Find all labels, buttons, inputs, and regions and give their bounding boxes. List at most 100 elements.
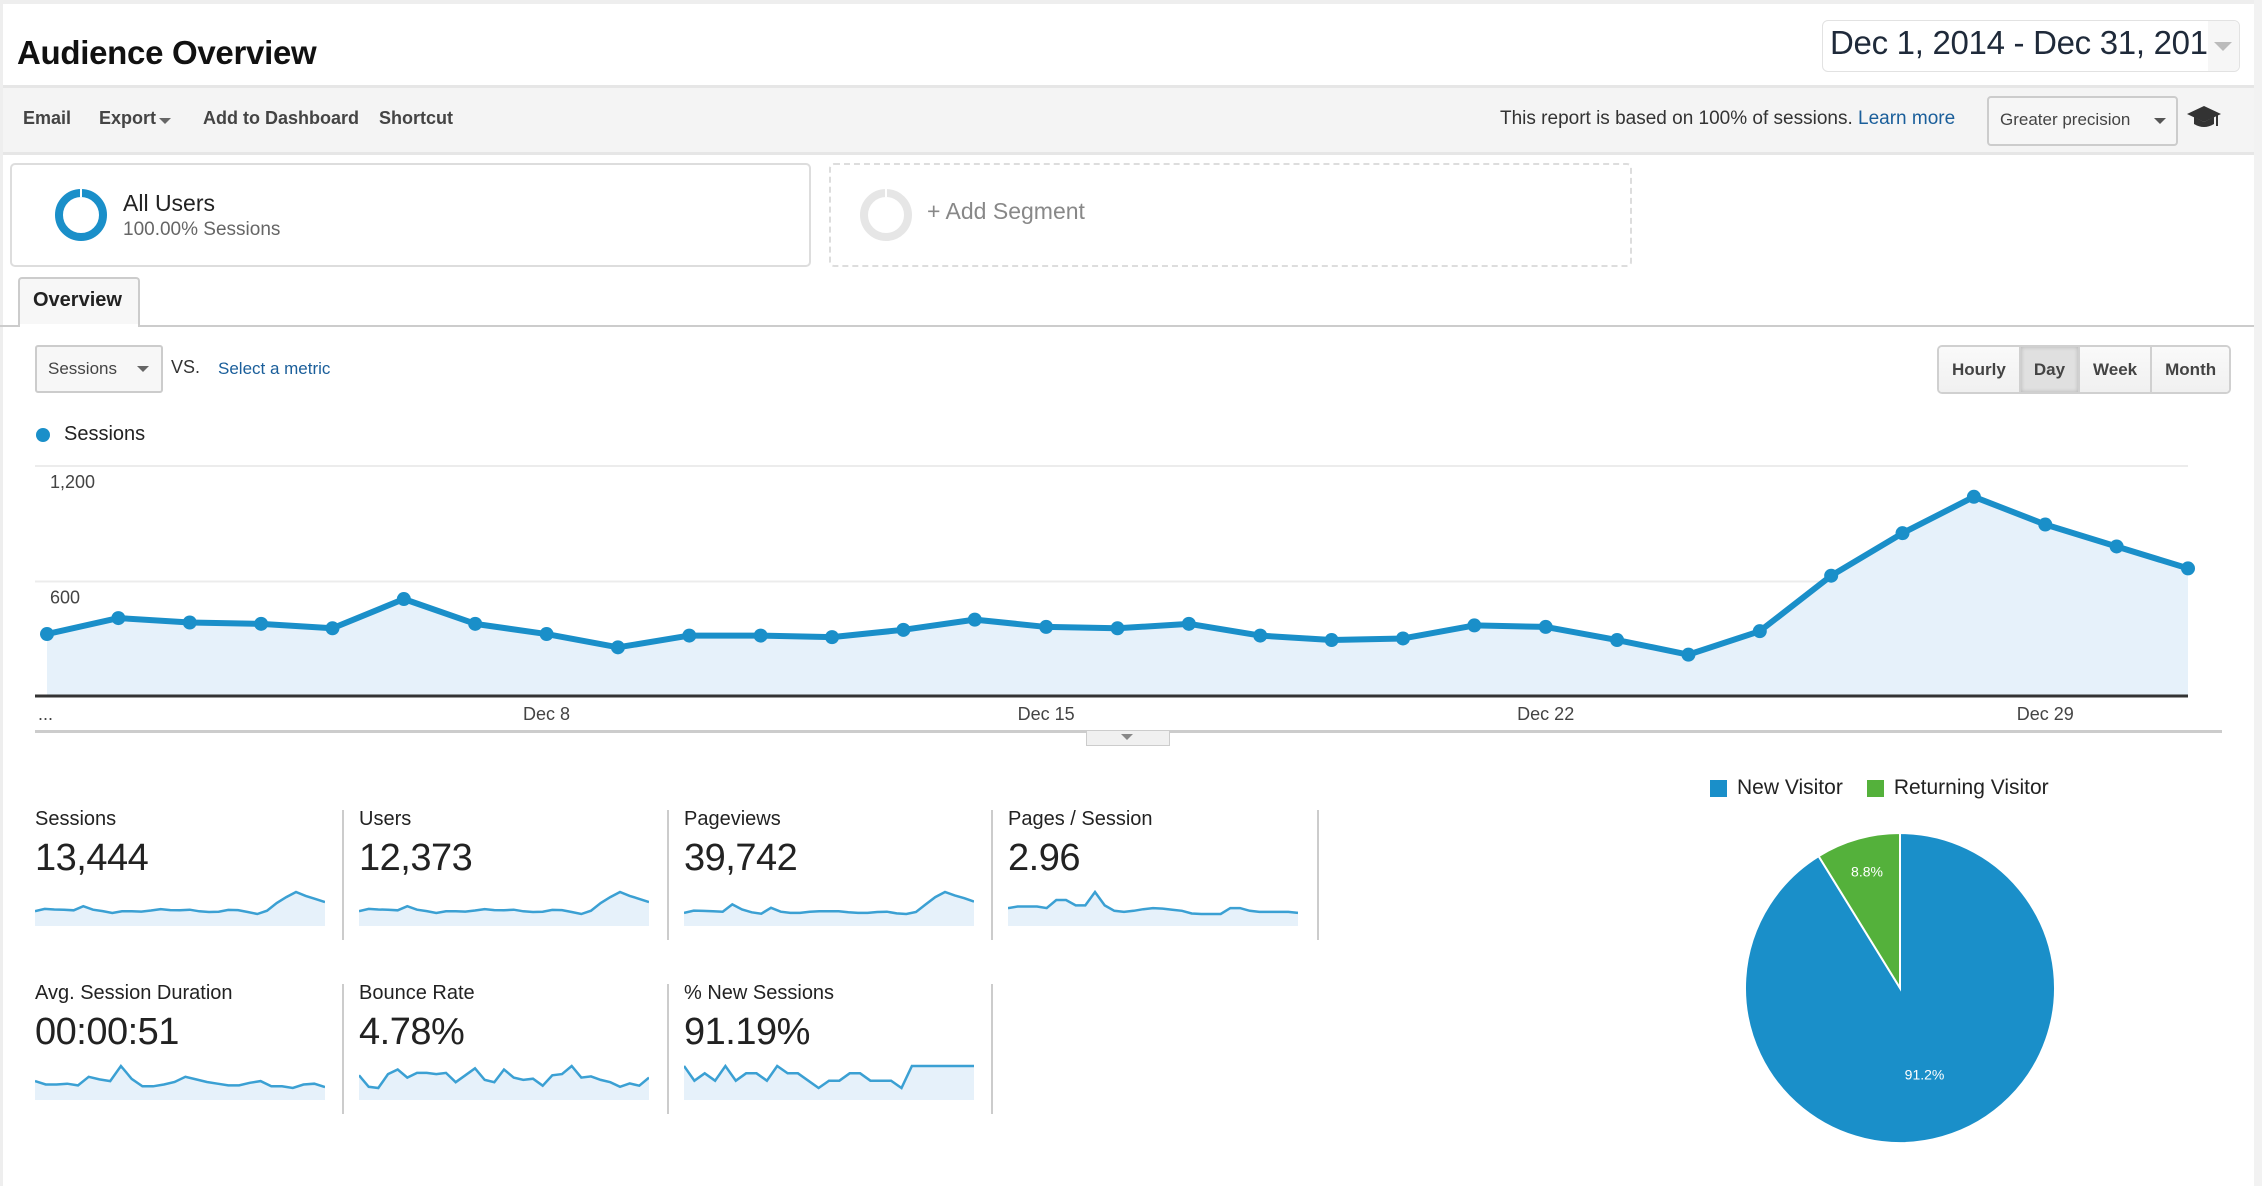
granularity-day-button[interactable]: Day (2020, 347, 2081, 392)
metric-separator (342, 810, 344, 940)
chevron-down-icon (2214, 42, 2232, 51)
empty-segment-donut-icon (860, 189, 912, 241)
data-point (753, 628, 768, 643)
metric-separator (342, 984, 344, 1114)
y-tick-label: 1,200 (50, 472, 95, 492)
x-tick-label: Dec 22 (1517, 704, 1574, 724)
pie-legend-returning-visitor[interactable]: Returning Visitor (1866, 776, 2049, 800)
metric-label: Avg. Session Duration (35, 982, 233, 1004)
metric-label: Users (359, 808, 412, 830)
metric-card[interactable]: Pages / Session 2.96 (1008, 808, 1318, 926)
chevron-down-icon (1121, 734, 1133, 740)
data-point (468, 616, 483, 631)
granularity-month-button[interactable]: Month (2152, 347, 2230, 392)
visitor-type-pie-chart[interactable]: 91.2% 8.8% (1740, 828, 2060, 1148)
data-point (967, 612, 982, 627)
metric-value: 4.78% (359, 1011, 465, 1053)
vs-label: VS. (171, 357, 201, 377)
page-title: Audience Overview (17, 34, 317, 71)
data-point (396, 592, 411, 607)
granularity-toggle: Hourly Day Week Month (1937, 345, 2232, 394)
metric-separator (991, 810, 993, 940)
data-point (2038, 517, 2053, 532)
sessions-line-chart[interactable]: 1,200 600... Dec 8 Dec 15 Dec 22 Dec 29 (0, 450, 2262, 730)
select-metric-link[interactable]: Select a metric (218, 359, 330, 379)
add-to-dashboard-button[interactable]: Add to Dashboard (203, 108, 359, 129)
granularity-hourly-button[interactable]: Hourly (1939, 347, 2021, 392)
pie-legend: New Visitor Returning Visitor (1710, 776, 2073, 800)
tab-overview-label[interactable]: Overview (33, 289, 122, 312)
data-point (325, 621, 340, 636)
metric-value: 00:00:51 (35, 1011, 179, 1053)
metric-separator (991, 984, 993, 1114)
graduation-cap-icon[interactable] (2186, 103, 2222, 133)
page-frame-top (0, 0, 2262, 4)
data-point (682, 628, 697, 643)
y-tick-label: 600 (50, 588, 80, 608)
metric-label: Sessions (35, 808, 117, 830)
export-button[interactable]: Export (99, 108, 156, 129)
segment-donut-icon (55, 189, 107, 241)
metric-label: Pages / Session (1008, 808, 1153, 830)
pie-legend-new-visitor[interactable]: New Visitor (1710, 776, 1843, 800)
export-caret-icon (159, 118, 171, 124)
learn-more-link[interactable]: Learn more (1858, 108, 1955, 129)
metric-card[interactable]: Sessions 13,444 (35, 808, 345, 926)
metric-separator (1317, 810, 1319, 940)
metric-card[interactable]: % New Sessions 91.19% (684, 982, 994, 1100)
shortcut-button[interactable]: Shortcut (379, 108, 453, 129)
metric-separator (667, 810, 669, 940)
segment-name: All Users (123, 190, 216, 216)
data-point (1610, 633, 1625, 648)
data-point (1467, 618, 1482, 633)
metric-value: 2.96 (1008, 837, 1080, 879)
metric-value: 12,373 (359, 837, 473, 879)
tab-bar-divider (0, 325, 2254, 327)
metric-label: Bounce Rate (359, 982, 475, 1004)
metric-value: 39,742 (684, 837, 798, 879)
metric-value: 13,444 (35, 837, 149, 879)
x-tick-label: Dec 29 (2017, 704, 2074, 724)
data-point (1039, 619, 1054, 634)
metric-sparkline (1008, 889, 1298, 926)
x-tick-label: Dec 15 (1018, 704, 1075, 724)
data-point (1538, 619, 1553, 634)
data-point (182, 615, 197, 630)
metric-value: 91.19% (684, 1011, 810, 1053)
precision-select-value[interactable]: Greater precision (2000, 110, 2130, 130)
granularity-week-button[interactable]: Week (2080, 347, 2153, 392)
sampling-notice: This report is based on 100% of sessions… (1500, 108, 1955, 130)
metric-sparkline (359, 890, 649, 926)
metric-card[interactable]: Pageviews 39,742 (684, 808, 994, 926)
data-point (1395, 631, 1410, 646)
metric-card[interactable]: Users 12,373 (359, 808, 669, 926)
pie-legend-label: Returning Visitor (1893, 776, 2049, 799)
sparkline-area (35, 1066, 325, 1100)
data-point (1681, 647, 1696, 662)
data-point (40, 627, 54, 642)
data-point (1253, 628, 1268, 643)
metric-sparkline (359, 1064, 649, 1100)
metric-sparkline (35, 890, 325, 926)
metric-card[interactable]: Avg. Session Duration 00:00:51 (35, 982, 345, 1100)
pie-slice-label: 91.2% (1905, 1066, 1945, 1082)
metric-select-value[interactable]: Sessions (48, 359, 117, 379)
date-range-text[interactable]: Dec 1, 2014 - Dec 31, 2014 (1830, 24, 2226, 62)
data-point (539, 627, 554, 642)
legend-sessions-dot (36, 428, 50, 442)
sessions-area (47, 496, 2188, 697)
legend-sessions-label: Sessions (64, 423, 146, 445)
metric-card[interactable]: Bounce Rate 4.78% (359, 982, 669, 1100)
data-point (2181, 561, 2195, 576)
legend-swatch-returning (1866, 779, 1884, 797)
data-point (1110, 621, 1125, 636)
metric-sparkline (684, 890, 974, 926)
email-button[interactable]: Email (23, 108, 71, 129)
data-point (2109, 539, 2124, 554)
data-point (1324, 633, 1339, 648)
metric-sparkline (35, 1063, 325, 1100)
segment-detail: 100.00% Sessions (123, 219, 281, 240)
add-segment-label[interactable]: + Add Segment (927, 198, 1085, 225)
data-point (1824, 568, 1839, 583)
data-point (610, 640, 625, 655)
